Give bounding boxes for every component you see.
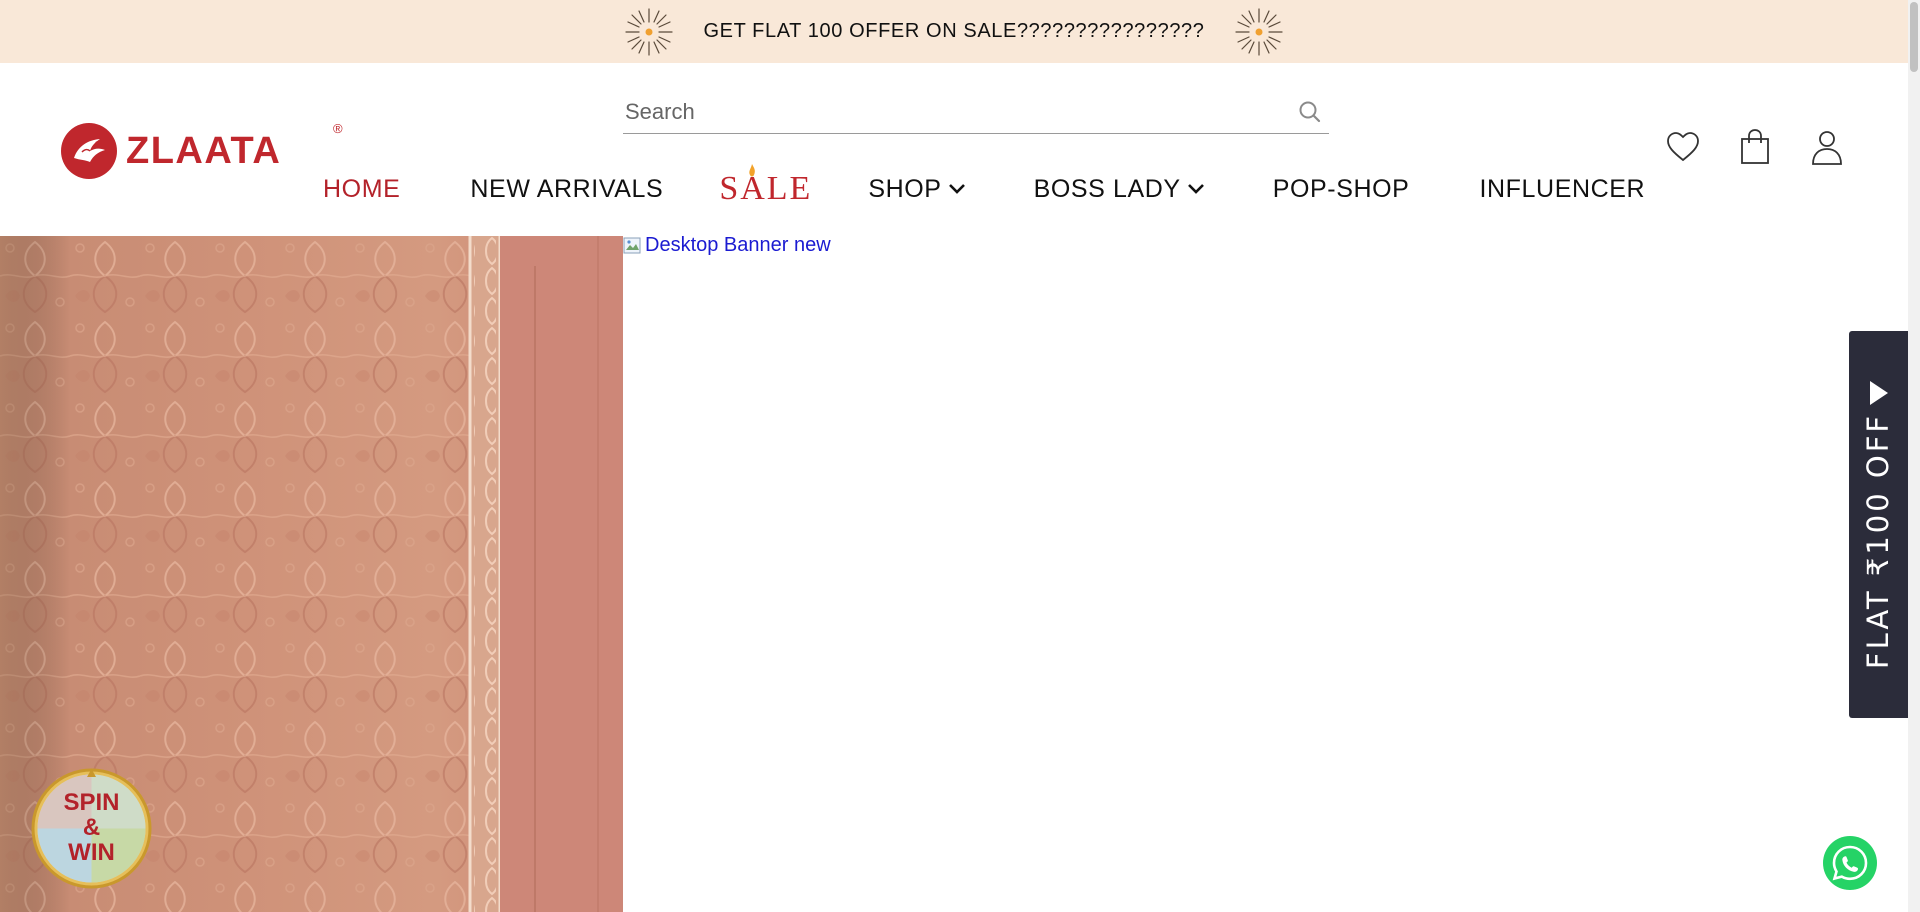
shopping-bag-icon[interactable] [1737, 128, 1773, 166]
win-label: WIN [68, 839, 115, 866]
nav-shop[interactable]: SHOP [868, 175, 965, 204]
flat-off-side-tab[interactable]: FLAT ₹100 OFF [1849, 331, 1908, 718]
nav-boss-lady[interactable]: BOSS LADY [1034, 175, 1205, 204]
nav-new-arrivals[interactable]: NEW ARRIVALS [470, 175, 663, 204]
nav-pop-shop[interactable]: POP-SHOP [1273, 175, 1410, 204]
page-scrollbar[interactable] [1908, 0, 1920, 912]
firework-icon [625, 7, 674, 56]
site-header: ZLAATA ® HOME NEW ARRIVALS SALE SHOP BOS… [0, 63, 1908, 236]
nav-sale-label: SALE [719, 170, 813, 207]
search-bar [623, 90, 1329, 134]
flame-icon [749, 164, 756, 177]
user-icon[interactable] [1809, 128, 1845, 166]
desktop-banner-link[interactable]: Desktop Banner new [623, 234, 831, 257]
nav-home[interactable]: HOME [323, 175, 400, 204]
nav-sale[interactable]: SALE [719, 164, 813, 208]
nav-influencer[interactable]: INFLUENCER [1479, 175, 1645, 204]
play-arrow-icon [1870, 381, 1888, 405]
spin-ampersand: & [82, 814, 101, 841]
bird-logo-icon [61, 123, 117, 179]
site-logo[interactable]: ZLAATA ® [60, 119, 343, 183]
side-tab-text: FLAT ₹100 OFF [1861, 412, 1895, 670]
chevron-down-icon [1187, 184, 1204, 194]
whatsapp-icon[interactable] [1822, 835, 1878, 891]
banner-alt-text: Desktop Banner new [645, 234, 831, 256]
main-nav: HOME NEW ARRIVALS SALE SHOP BOSS LADY PO… [323, 164, 1645, 209]
firework-icon [1234, 7, 1283, 56]
nav-boss-lady-label: BOSS LADY [1033, 174, 1181, 203]
heart-icon[interactable] [1665, 128, 1701, 166]
logo-text: ZLAATA [126, 129, 282, 172]
header-icons [1665, 128, 1845, 166]
spin-label: SPIN [63, 789, 120, 816]
announcement-bar: GET FLAT 100 OFFER ON SALE??????????????… [0, 0, 1908, 63]
scrollbar-thumb[interactable] [1910, 2, 1918, 72]
chevron-down-icon [948, 184, 965, 194]
announcement-text: GET FLAT 100 OFFER ON SALE??????????????… [703, 20, 1205, 42]
spin-and-win-button[interactable]: SPIN & WIN [30, 767, 153, 890]
nav-shop-label: SHOP [868, 174, 942, 203]
search-icon[interactable] [1297, 99, 1323, 125]
broken-image-icon [623, 237, 641, 253]
registered-mark: ® [333, 121, 343, 136]
search-input[interactable] [623, 98, 1297, 125]
